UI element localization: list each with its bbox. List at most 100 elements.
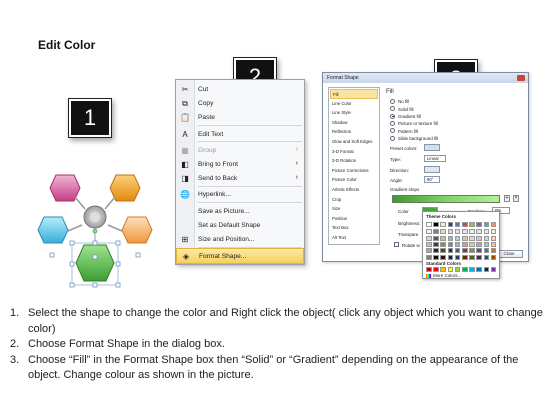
color-swatch[interactable] [433, 254, 439, 260]
color-swatch[interactable] [483, 241, 490, 247]
nav-item-artistic-effects[interactable]: Artistic Effects [330, 185, 378, 195]
nav-item-picture-corrections[interactable]: Picture Corrections [330, 166, 378, 176]
nav-item-position[interactable]: Position [330, 214, 378, 224]
nav-item-picture-color[interactable]: Picture Color [330, 175, 378, 185]
color-swatch[interactable] [454, 235, 461, 241]
color-swatch[interactable] [483, 235, 490, 241]
color-swatch[interactable] [462, 235, 468, 241]
color-swatch[interactable] [476, 235, 482, 241]
remove-stop-icon[interactable]: × [513, 195, 519, 202]
color-swatch[interactable] [462, 248, 468, 254]
add-stop-icon[interactable]: + [504, 195, 510, 202]
menu-item-format-shape[interactable]: ◈ Format Shape... [176, 248, 304, 265]
color-swatch[interactable] [469, 254, 475, 260]
standard-color-swatch[interactable] [426, 267, 432, 272]
color-swatch[interactable] [469, 248, 475, 254]
color-swatch[interactable] [426, 241, 432, 247]
rotate-checkbox[interactable] [394, 242, 399, 247]
color-swatch[interactable] [433, 248, 439, 254]
color-swatch[interactable] [476, 222, 482, 227]
color-swatch[interactable] [447, 248, 454, 254]
hub-circle[interactable] [83, 205, 107, 229]
color-swatch[interactable] [440, 254, 446, 260]
color-swatch[interactable] [447, 241, 454, 247]
standard-color-swatch[interactable] [462, 267, 468, 272]
hexagon-light-orange[interactable] [121, 216, 153, 244]
preset-colors-dropdown[interactable] [424, 144, 440, 151]
menu-item-size-and-position[interactable]: ⊞ Size and Position... [176, 232, 304, 248]
menu-item-send-to-back[interactable]: ◨ Send to Back › [176, 171, 304, 187]
color-swatch[interactable] [433, 241, 439, 247]
color-swatch[interactable] [476, 254, 482, 260]
color-swatch[interactable] [469, 235, 475, 241]
color-swatch[interactable] [490, 254, 497, 260]
nav-item-size[interactable]: Size [330, 204, 378, 214]
menu-item-paste[interactable]: 📋 Paste [176, 110, 304, 126]
hexagon-cyan[interactable] [37, 216, 69, 244]
color-swatch[interactable] [433, 222, 439, 227]
color-swatch[interactable] [454, 241, 461, 247]
color-swatch[interactable] [426, 229, 432, 235]
color-swatch[interactable] [426, 254, 432, 260]
fill-radio[interactable] [390, 106, 395, 112]
fill-radio[interactable] [390, 120, 395, 126]
fill-radio[interactable] [390, 99, 395, 104]
color-swatch[interactable] [447, 229, 454, 235]
color-swatch[interactable] [454, 229, 461, 235]
color-swatch[interactable] [469, 229, 475, 235]
standard-color-swatch[interactable] [440, 267, 446, 272]
color-swatch[interactable] [447, 222, 454, 227]
nav-item-fill[interactable]: Fill [330, 89, 378, 99]
standard-color-swatch[interactable] [454, 267, 461, 272]
nav-item-3-d-format[interactable]: 3-D Format [330, 147, 378, 157]
standard-color-swatch[interactable] [490, 267, 497, 272]
close-window-icon[interactable] [517, 75, 525, 81]
color-swatch[interactable] [483, 222, 490, 227]
hexagon-diagram[interactable] [30, 165, 170, 295]
color-swatch[interactable] [447, 254, 454, 260]
color-swatch[interactable] [490, 248, 497, 254]
nav-item-alt-text[interactable]: Alt Text [330, 233, 378, 243]
type-dropdown[interactable]: Linear [424, 155, 446, 162]
fill-radio[interactable] [390, 128, 395, 134]
nav-item-crop[interactable]: Crop [330, 195, 378, 205]
color-swatch[interactable] [426, 222, 432, 227]
color-swatch[interactable] [433, 235, 439, 241]
nav-item-glow-and-soft-edges[interactable]: Glow and Soft Edges [330, 137, 378, 147]
gradient-stops-bar[interactable] [392, 195, 500, 203]
color-swatch[interactable] [490, 241, 497, 247]
direction-dropdown[interactable] [424, 166, 440, 173]
color-swatch[interactable] [469, 241, 475, 247]
standard-color-swatch[interactable] [476, 267, 482, 272]
standard-color-swatch[interactable] [447, 267, 454, 272]
color-swatch[interactable] [440, 222, 446, 227]
fill-radio[interactable] [390, 113, 395, 119]
color-swatch[interactable] [462, 229, 468, 235]
standard-color-swatch[interactable] [483, 267, 490, 272]
color-swatch[interactable] [462, 241, 468, 247]
nav-item-text-box[interactable]: Text Box [330, 223, 378, 233]
nav-item-line-color[interactable]: Line Color [330, 99, 378, 109]
color-swatch[interactable] [483, 248, 490, 254]
nav-item-reflection[interactable]: Reflection [330, 127, 378, 137]
color-swatch[interactable] [476, 248, 482, 254]
color-swatch[interactable] [426, 248, 432, 254]
color-swatch[interactable] [490, 229, 497, 235]
color-swatch[interactable] [426, 235, 432, 241]
color-swatch[interactable] [469, 222, 475, 227]
color-swatch[interactable] [483, 254, 490, 260]
standard-color-swatch[interactable] [469, 267, 475, 272]
color-swatch[interactable] [454, 222, 461, 227]
color-swatch[interactable] [440, 241, 446, 247]
nav-item-shadow[interactable]: Shadow [330, 118, 378, 128]
more-colors-link[interactable]: More Colors... [433, 273, 461, 278]
color-swatch[interactable] [490, 235, 497, 241]
color-swatch[interactable] [490, 222, 497, 227]
menu-item-edit-text[interactable]: A Edit Text [176, 127, 304, 143]
color-swatch[interactable] [454, 248, 461, 254]
color-swatch[interactable] [476, 241, 482, 247]
color-swatch[interactable] [440, 229, 446, 235]
color-swatch[interactable] [483, 229, 490, 235]
color-swatch[interactable] [447, 235, 454, 241]
angle-field[interactable]: 90° [424, 176, 440, 183]
